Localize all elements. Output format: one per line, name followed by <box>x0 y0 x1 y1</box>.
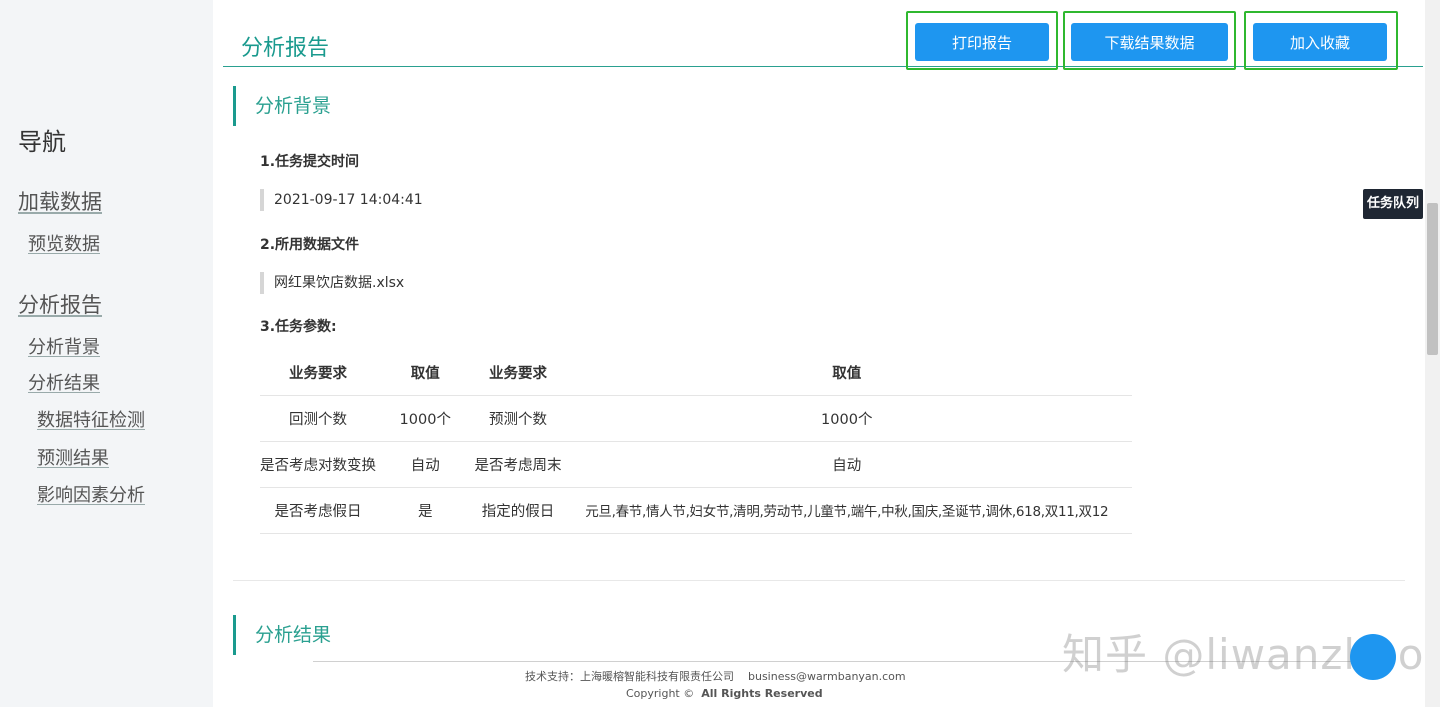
favorite-button-highlight: 加入收藏 <box>1244 11 1398 70</box>
section-heading-results: 分析结果 <box>233 615 331 655</box>
table-row: 是否考虑对数变换 自动 是否考虑周末 自动 <box>260 441 1132 488</box>
params-table: 业务要求 取值 业务要求 取值 回测个数 1000个 预测个数 1000个 是否… <box>260 350 1132 534</box>
table-header-cell: 取值 <box>561 350 1132 396</box>
footer-rights-text: All Rights Reserved <box>701 687 823 700</box>
footer-copyright: Copyright © All Rights Reserved <box>626 687 823 700</box>
table-header-row: 业务要求 取值 业务要求 取值 <box>260 350 1132 396</box>
table-cell: 预测个数 <box>474 395 562 442</box>
footer-email: business@warmbanyan.com <box>748 670 906 683</box>
nav-title: 导航 <box>18 128 66 156</box>
sidebar-item-analysis-results[interactable]: 分析结果 <box>28 369 100 395</box>
sidebar-item-analysis-background[interactable]: 分析背景 <box>28 333 100 359</box>
page-scrollbar[interactable] <box>1425 0 1440 707</box>
table-cell: 自动 <box>376 441 475 488</box>
table-cell: 1000个 <box>376 395 475 442</box>
section-divider <box>233 580 1405 581</box>
sidebar: 导航 加载数据 预览数据 分析报告 分析背景 分析结果 数据特征检测 预测结果 … <box>0 0 213 707</box>
submit-time-label: 1.任务提交时间 <box>260 154 360 170</box>
task-queue-button[interactable]: 任务队列 <box>1363 189 1423 219</box>
scrollbar-thumb[interactable] <box>1427 203 1438 355</box>
table-row: 回测个数 1000个 预测个数 1000个 <box>260 395 1132 442</box>
table-cell: 是 <box>376 487 475 534</box>
page-title: 分析报告 <box>241 36 330 61</box>
main-content: 分析报告 打印报告 下载结果数据 加入收藏 分析背景 1.任务提交时间 2021… <box>213 0 1425 707</box>
sidebar-item-load-data[interactable]: 加载数据 <box>18 186 102 216</box>
table-cell: 指定的假日 <box>474 487 562 534</box>
sidebar-item-analysis-report[interactable]: 分析报告 <box>18 289 102 319</box>
table-header-cell: 业务要求 <box>474 350 562 396</box>
sidebar-item-factor-analysis[interactable]: 影响因素分析 <box>37 481 145 507</box>
table-cell: 是否考虑周末 <box>474 441 562 488</box>
title-divider <box>223 66 1423 67</box>
section-heading-background: 分析背景 <box>233 86 331 126</box>
footer-copyright-text: Copyright © <box>626 687 695 700</box>
table-cell: 是否考虑对数变换 <box>260 441 376 488</box>
footer-support-text: 技术支持：上海暖榕智能科技有限责任公司 <box>525 670 734 683</box>
table-cell: 1000个 <box>561 395 1132 442</box>
print-report-button[interactable]: 打印报告 <box>915 23 1049 61</box>
add-favorite-button[interactable]: 加入收藏 <box>1253 23 1387 61</box>
print-button-highlight: 打印报告 <box>906 11 1058 70</box>
sidebar-item-feature-detection[interactable]: 数据特征检测 <box>37 406 145 432</box>
footer-support: 技术支持：上海暖榕智能科技有限责任公司 business@warmbanyan.c… <box>525 668 906 684</box>
table-cell: 元旦,春节,情人节,妇女节,清明,劳动节,儿童节,端午,中秋,国庆,圣诞节,调休… <box>561 487 1132 534</box>
table-row: 是否考虑假日 是 指定的假日 元旦,春节,情人节,妇女节,清明,劳动节,儿童节,… <box>260 487 1132 534</box>
sidebar-item-preview-data[interactable]: 预览数据 <box>28 230 100 256</box>
download-button-highlight: 下载结果数据 <box>1063 11 1236 70</box>
params-label: 3.任务参数: <box>260 319 337 335</box>
sidebar-item-forecast-results[interactable]: 预测结果 <box>37 444 109 470</box>
table-cell: 是否考虑假日 <box>260 487 376 534</box>
table-cell: 回测个数 <box>260 395 376 442</box>
table-header-cell: 业务要求 <box>260 350 376 396</box>
data-file-value: 网红果饮店数据.xlsx <box>260 272 404 294</box>
table-cell: 自动 <box>561 441 1132 488</box>
submit-time-value: 2021-09-17 14:04:41 <box>260 189 423 211</box>
data-file-label: 2.所用数据文件 <box>260 237 360 253</box>
download-results-button[interactable]: 下载结果数据 <box>1071 23 1228 61</box>
back-to-top-button[interactable] <box>1350 634 1396 680</box>
table-header-cell: 取值 <box>376 350 475 396</box>
